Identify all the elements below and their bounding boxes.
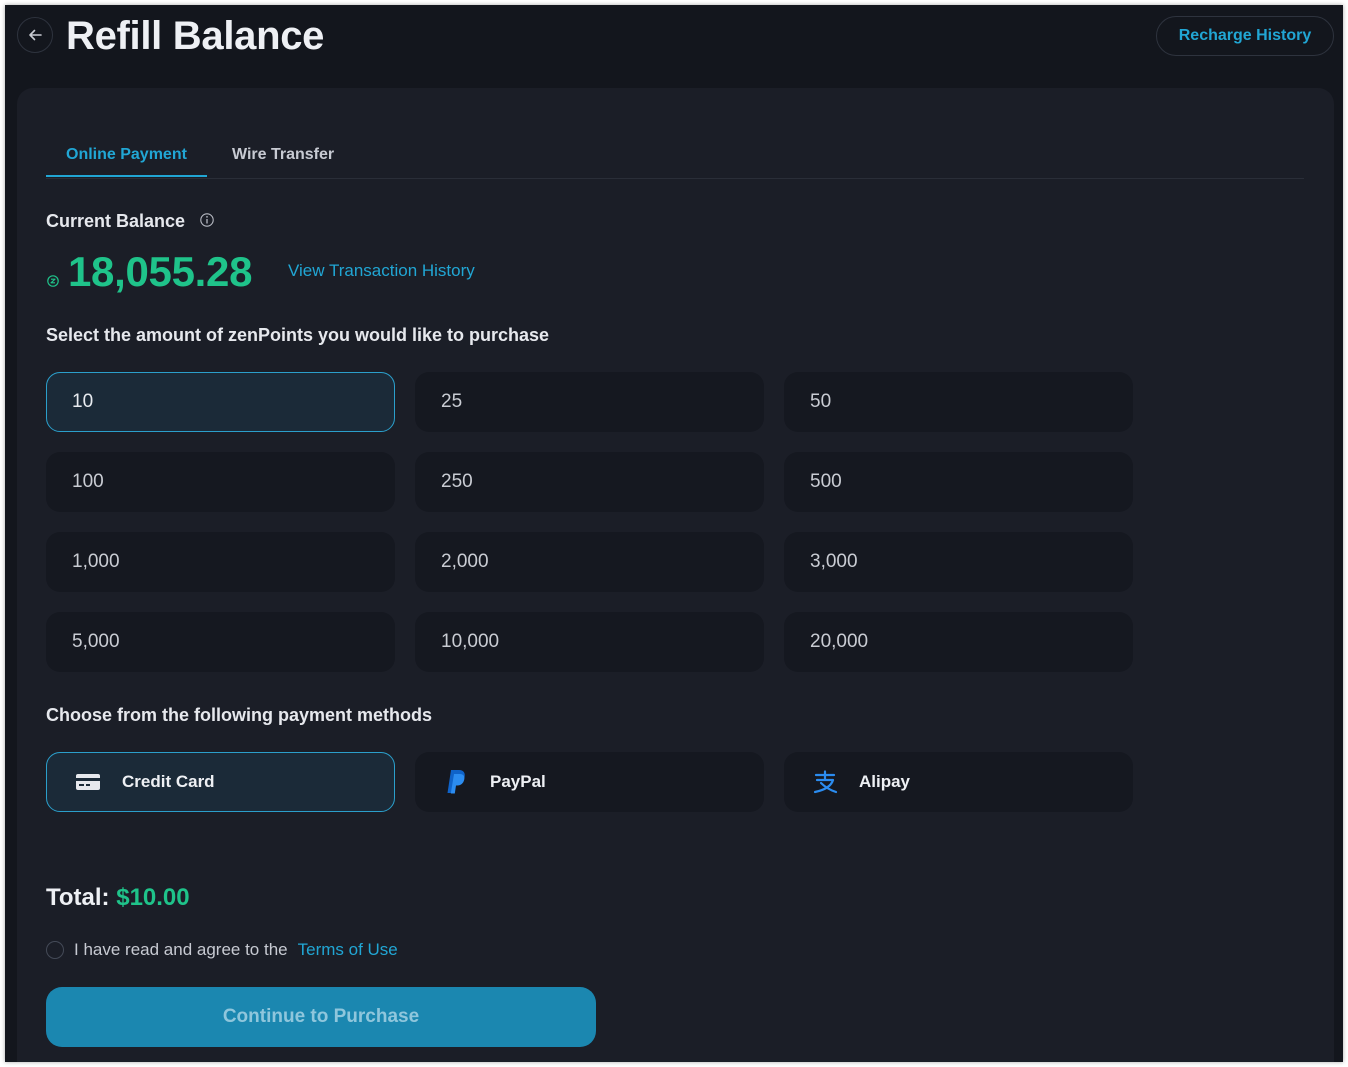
- back-button[interactable]: [17, 17, 53, 53]
- amount-section-label: Select the amount of zenPoints you would…: [46, 325, 550, 345]
- app-window: Refill Balance Recharge History Online P…: [5, 5, 1343, 1062]
- view-transaction-history-link[interactable]: View Transaction History: [288, 261, 475, 281]
- payment-section-label: Choose from the following payment method…: [46, 705, 433, 725]
- page-title: Refill Balance: [66, 14, 325, 58]
- balance-value: 18,055.28: [68, 248, 253, 295]
- amount-option[interactable]: 1,000: [46, 532, 395, 592]
- payment-method-alipay[interactable]: Alipay: [784, 752, 1133, 812]
- payment-method-paypal[interactable]: PayPal: [415, 752, 764, 812]
- paypal-icon: [442, 768, 470, 796]
- terms-of-use-link[interactable]: Terms of Use: [298, 940, 398, 960]
- amount-option[interactable]: 2,000: [415, 532, 764, 592]
- agree-text: I have read and agree to the: [74, 940, 288, 959]
- amount-option[interactable]: 10,000: [415, 612, 764, 672]
- refill-panel: Online Payment Wire Transfer Current Bal…: [17, 88, 1334, 1062]
- payment-method-credit-card[interactable]: Credit Card: [46, 752, 395, 812]
- alipay-icon: [811, 768, 839, 796]
- terms-agreement: I have read and agree to the Terms of Us…: [46, 938, 398, 962]
- info-icon[interactable]: [200, 213, 214, 227]
- amount-option[interactable]: 500: [784, 452, 1133, 512]
- credit-card-icon: [74, 768, 102, 796]
- amount-option[interactable]: 5,000: [46, 612, 395, 672]
- payment-method-label: PayPal: [490, 772, 546, 791]
- amount-option[interactable]: 100: [46, 452, 395, 512]
- amount-option[interactable]: 20,000: [784, 612, 1133, 672]
- payment-method-label: Credit Card: [122, 772, 215, 791]
- current-balance-label: Current Balance: [46, 211, 186, 231]
- tab-wire-transfer[interactable]: Wire Transfer: [232, 135, 334, 177]
- payment-method-label: Alipay: [859, 772, 911, 791]
- terms-checkbox[interactable]: [46, 941, 64, 959]
- recharge-history-button[interactable]: Recharge History: [1156, 16, 1334, 56]
- amount-option[interactable]: 50: [784, 372, 1133, 432]
- amount-option[interactable]: 250: [415, 452, 764, 512]
- order-total: Total: $10.00: [46, 884, 190, 912]
- amount-option[interactable]: 25: [415, 372, 764, 432]
- continue-to-purchase-button[interactable]: Continue to Purchase: [46, 987, 596, 1047]
- zenpoints-coin-icon: [47, 275, 59, 287]
- payment-tabs: Online Payment Wire Transfer: [46, 135, 1304, 179]
- total-amount: $10.00: [116, 884, 190, 911]
- total-label: Total:: [46, 884, 110, 911]
- tab-online-payment[interactable]: Online Payment: [46, 135, 207, 177]
- amount-option[interactable]: 10: [46, 372, 395, 432]
- arrow-left-icon: [29, 29, 42, 41]
- amount-option[interactable]: 3,000: [784, 532, 1133, 592]
